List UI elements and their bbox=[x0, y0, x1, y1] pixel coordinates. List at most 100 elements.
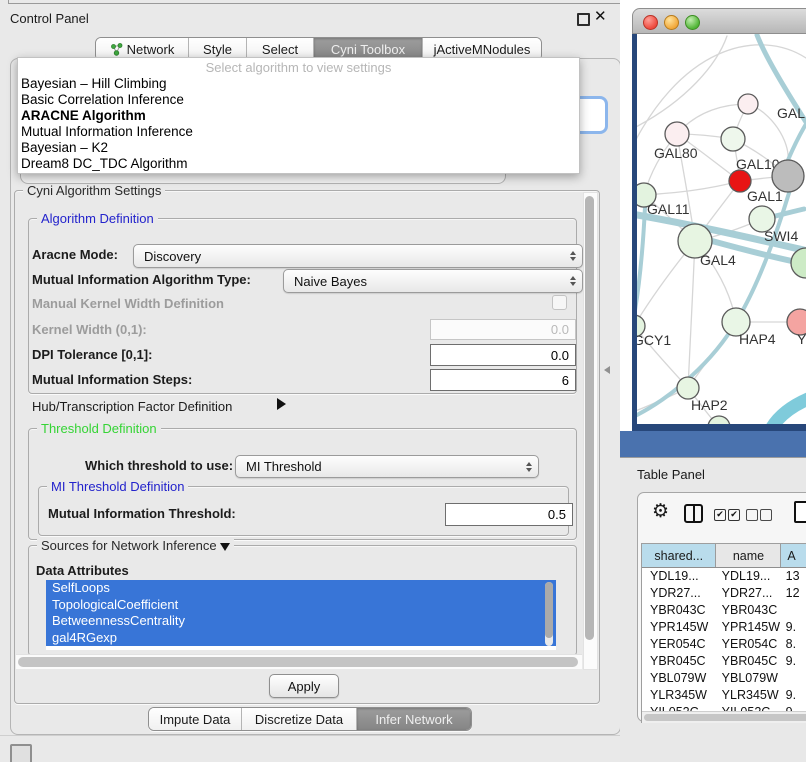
network-edge[interactable] bbox=[644, 181, 740, 195]
table-row[interactable]: YDR27...YDR27...12 bbox=[642, 585, 806, 602]
settings-vertical-scrollbar[interactable] bbox=[583, 192, 598, 670]
algorithm-option[interactable]: Dream8 DC_TDC Algorithm bbox=[18, 156, 579, 172]
settings-horizontal-scrollbar[interactable] bbox=[16, 654, 582, 669]
node-label: GAL80 bbox=[654, 145, 698, 161]
table-row[interactable]: YER054CYER054C8. bbox=[642, 636, 806, 653]
tab-network-label: Network bbox=[127, 42, 175, 57]
aracne-mode-label: Aracne Mode: bbox=[32, 247, 118, 262]
aracne-mode-value: Discovery bbox=[144, 249, 201, 264]
table-row[interactable]: YBL079WYBL079W bbox=[642, 670, 806, 687]
new-table-icon[interactable] bbox=[794, 501, 806, 523]
network-edge[interactable] bbox=[788, 124, 806, 160]
dpi-tolerance-field[interactable]: 0.0 bbox=[430, 344, 576, 366]
split-pane-collapse-icon[interactable] bbox=[604, 366, 610, 374]
algorithm-option[interactable]: Bayesian – K2 bbox=[18, 140, 579, 156]
zoom-traffic-light-icon[interactable] bbox=[685, 15, 700, 30]
algorithm-option[interactable]: ARACNE Algorithm bbox=[18, 108, 579, 124]
minimize-traffic-light-icon[interactable] bbox=[664, 15, 679, 30]
table-cell: 9. bbox=[782, 653, 806, 670]
manual-kernel-checkbox[interactable] bbox=[552, 295, 567, 310]
data-attribute-item[interactable]: BetweennessCentrality bbox=[46, 613, 556, 630]
split-column-icon[interactable] bbox=[684, 504, 703, 523]
table-cell bbox=[782, 670, 806, 687]
network-edge[interactable] bbox=[688, 241, 695, 388]
algorithm-option[interactable]: Mutual Information Inference bbox=[18, 124, 579, 140]
aracne-mode-combo[interactable]: Discovery bbox=[133, 244, 583, 268]
mi-type-value: Naive Bayes bbox=[294, 274, 367, 289]
mi-steps-field[interactable]: 6 bbox=[430, 369, 576, 391]
gear-icon[interactable]: ⚙ bbox=[652, 500, 669, 522]
algorithm-placeholder: Select algorithm to view settings bbox=[18, 60, 579, 75]
network-node[interactable] bbox=[772, 160, 804, 192]
close-traffic-light-icon[interactable] bbox=[643, 15, 658, 30]
data-attribute-item[interactable]: gal4RGexp bbox=[46, 630, 556, 647]
table-header-row: shared... name A bbox=[642, 544, 806, 568]
table-cell: YDL19... bbox=[717, 568, 782, 585]
which-threshold-combo[interactable]: MI Threshold bbox=[235, 455, 539, 478]
network-edge[interactable] bbox=[771, 399, 806, 424]
network-node-gal10[interactable] bbox=[721, 127, 745, 151]
table-panel-body: ⚙ ✔ ✔ shared... name A YDL19...YDL19...1… bbox=[637, 492, 806, 722]
network-window-titlebar[interactable] bbox=[632, 8, 806, 34]
float-window-icon[interactable] bbox=[577, 13, 590, 26]
expand-arrow-icon[interactable] bbox=[277, 398, 286, 410]
dpi-tolerance-label: DPI Tolerance [0,1]: bbox=[32, 347, 152, 362]
mi-threshold-group-title: MI Threshold Definition bbox=[47, 479, 188, 494]
table-cell: YBR043C bbox=[642, 602, 717, 619]
network-edge[interactable] bbox=[637, 207, 645, 316]
table-row[interactable]: YBR045CYBR045C9. bbox=[642, 653, 806, 670]
data-attribute-item[interactable]: TopologicalCoefficient bbox=[46, 597, 556, 614]
stepper-icon bbox=[526, 462, 532, 472]
checked-boxes-icon[interactable]: ✔ bbox=[714, 509, 726, 521]
table-row[interactable]: YBR043CYBR043C bbox=[642, 602, 806, 619]
algorithm-popup: Select algorithm to view settings Bayesi… bbox=[17, 57, 580, 174]
app-window: Control Panel ✕ Network Style Select Cyn… bbox=[0, 0, 806, 762]
unchecked-boxes-icon[interactable] bbox=[746, 509, 758, 521]
table-row[interactable]: YDL19...YDL19...13 bbox=[642, 568, 806, 585]
unchecked-boxes-icon[interactable] bbox=[760, 509, 772, 521]
desktop-background bbox=[620, 431, 806, 457]
apply-button[interactable]: Apply bbox=[269, 674, 339, 698]
tab-infer-network[interactable]: Infer Network bbox=[357, 708, 471, 730]
table-row[interactable]: YLR345WYLR345W9. bbox=[642, 687, 806, 704]
list-scrollbar[interactable] bbox=[545, 582, 553, 646]
network-window-frame: GAL80GAL10GAL1GAL11SWI4GAL4GCY1HAP4YHAP2… bbox=[632, 34, 806, 431]
kernel-width-field[interactable]: 0.0 bbox=[430, 319, 576, 340]
collapse-arrow-icon[interactable] bbox=[220, 543, 230, 551]
table-cell: YBR045C bbox=[717, 653, 782, 670]
table-panel: Table Panel ⚙ ✔ ✔ shared... name A YDL19… bbox=[620, 457, 806, 762]
stepper-icon bbox=[570, 276, 576, 286]
tab-discretize-data[interactable]: Discretize Data bbox=[242, 708, 357, 730]
algorithm-option[interactable]: Basic Correlation Inference bbox=[18, 92, 579, 108]
manual-kernel-label: Manual Kernel Width Definition bbox=[32, 296, 224, 311]
data-attributes-label: Data Attributes bbox=[36, 563, 129, 578]
table-row[interactable]: YPR145WYPR145W9. bbox=[642, 619, 806, 636]
tab-impute-data[interactable]: Impute Data bbox=[149, 708, 242, 730]
column-header-name[interactable]: name bbox=[716, 544, 781, 567]
algorithm-option[interactable]: Bayesian – Hill Climbing bbox=[18, 76, 579, 92]
network-node[interactable] bbox=[738, 94, 758, 114]
node-attribute-table: shared... name A YDL19...YDL19...13YDR27… bbox=[641, 543, 806, 723]
stepper-icon bbox=[570, 251, 576, 261]
table-cell: YER054C bbox=[717, 636, 782, 653]
network-node[interactable] bbox=[791, 248, 806, 278]
close-icon[interactable]: ✕ bbox=[594, 7, 607, 25]
table-cell bbox=[782, 602, 806, 619]
table-horizontal-scrollbar[interactable] bbox=[642, 711, 806, 723]
mi-threshold-field[interactable]: 0.5 bbox=[445, 503, 573, 526]
column-header-shared-name[interactable]: shared... bbox=[642, 544, 716, 567]
network-node-hap2[interactable] bbox=[677, 377, 699, 399]
checked-boxes-icon[interactable]: ✔ bbox=[728, 509, 740, 521]
node-label: GAL4 bbox=[700, 252, 736, 268]
data-attribute-item[interactable]: SelfLoops bbox=[46, 580, 556, 597]
table-cell: YDL19... bbox=[642, 568, 717, 585]
table-cell: YBL079W bbox=[642, 670, 717, 687]
table-cell: YPR145W bbox=[642, 619, 717, 636]
column-header-partial[interactable]: A bbox=[781, 544, 806, 567]
network-node-gal80[interactable] bbox=[665, 122, 689, 146]
network-canvas-container[interactable]: GAL80GAL10GAL1GAL11SWI4GAL4GCY1HAP4YHAP2… bbox=[637, 34, 806, 424]
network-edge[interactable] bbox=[637, 36, 727, 132]
node-label: GAL1 bbox=[747, 188, 783, 204]
docked-panel-icon[interactable] bbox=[10, 744, 32, 762]
mi-type-combo[interactable]: Naive Bayes bbox=[283, 269, 583, 293]
